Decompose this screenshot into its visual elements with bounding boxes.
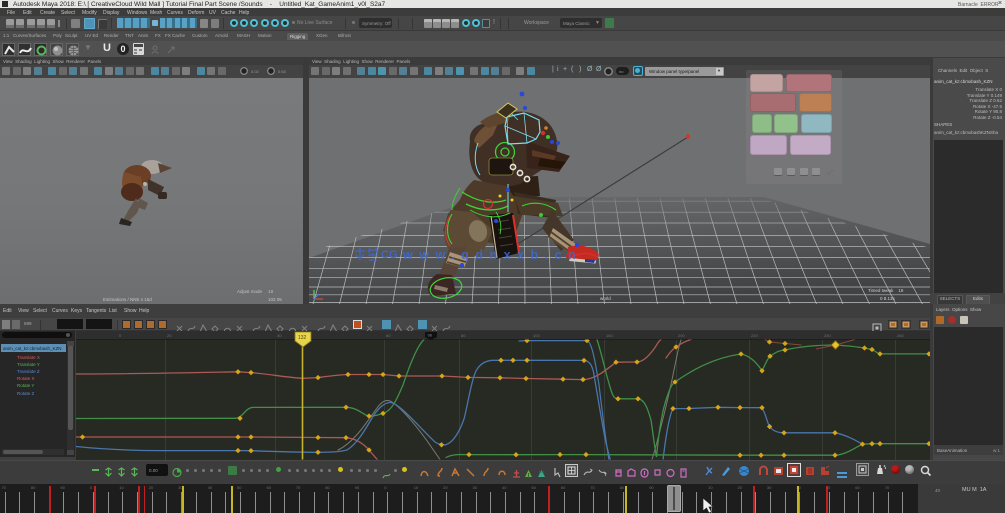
svg-text:132: 132 (298, 335, 307, 341)
svg-text:CG: CG (381, 249, 398, 261)
svg-text:96: 96 (428, 333, 433, 338)
